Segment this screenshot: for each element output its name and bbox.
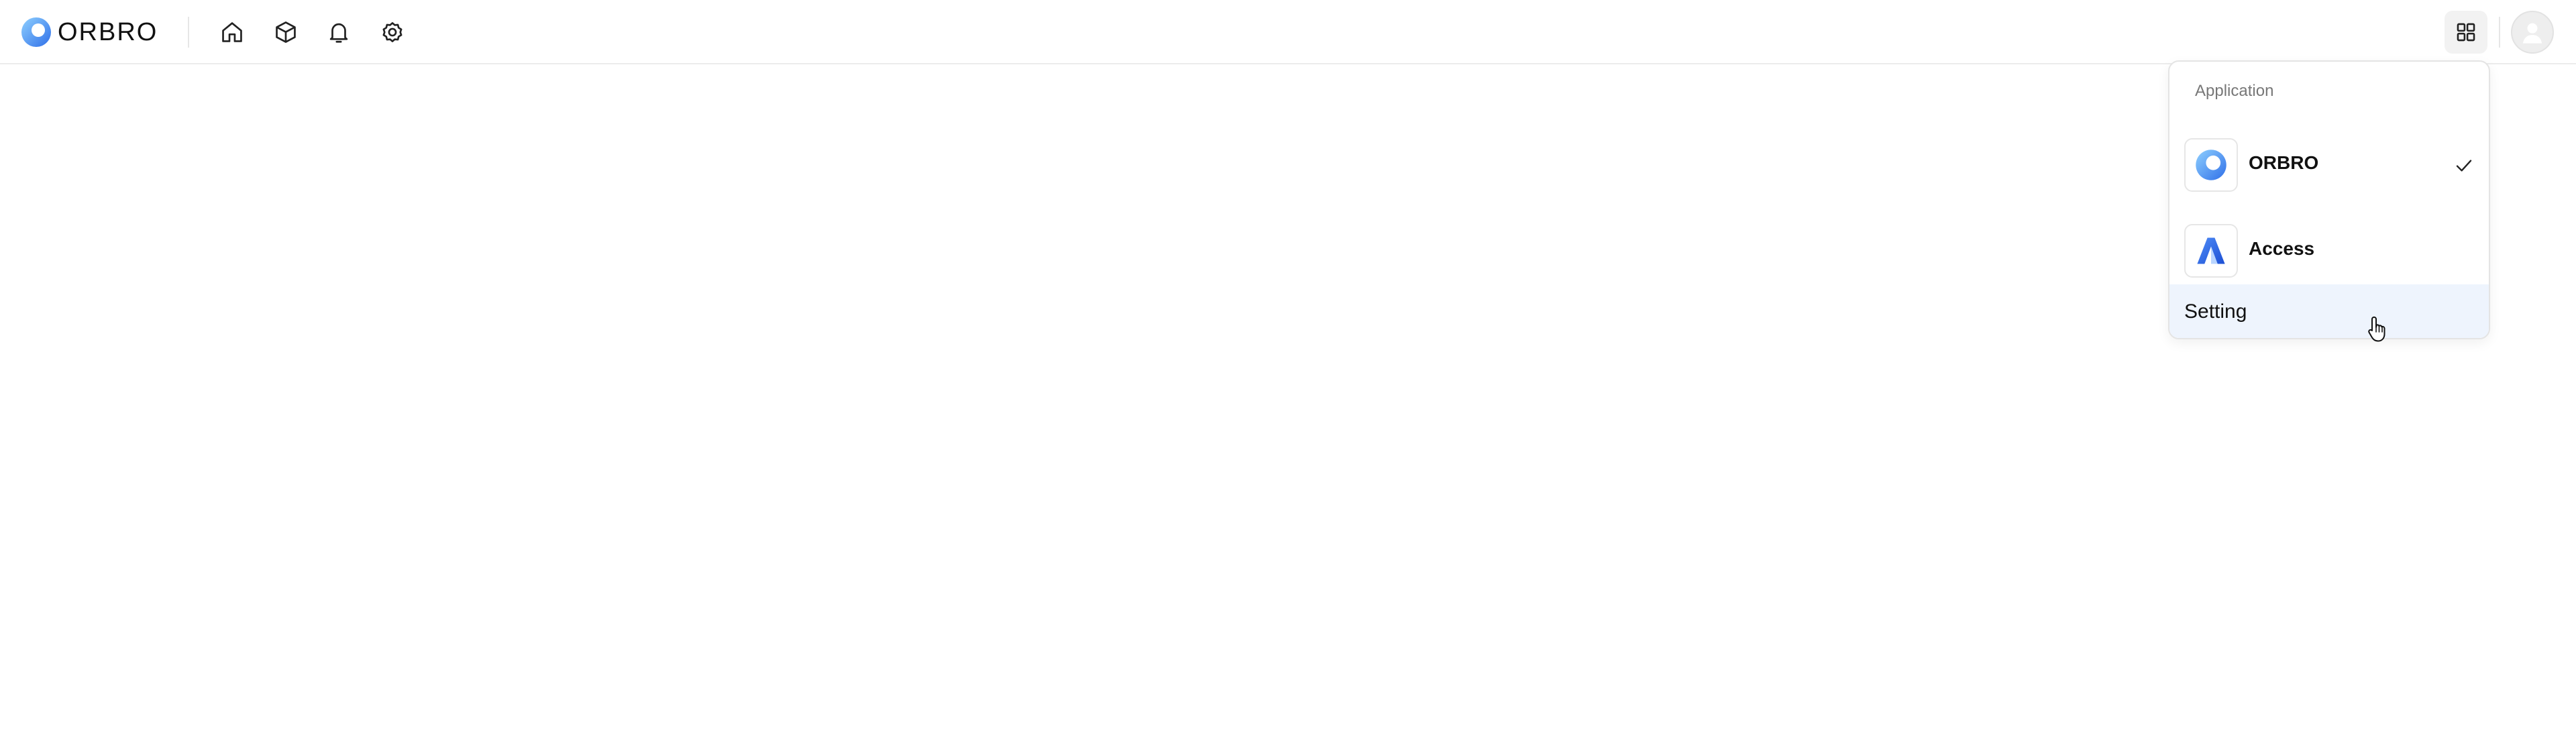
- bell-icon[interactable]: [323, 16, 355, 48]
- check-icon: [2456, 160, 2472, 172]
- app-item-access[interactable]: Access: [2169, 211, 2489, 286]
- setting-label: Setting: [2184, 300, 2247, 323]
- hand-pointer-cursor-icon: [2368, 317, 2385, 342]
- access-app-icon: [2184, 224, 2238, 278]
- orbro-app-icon: [2184, 138, 2238, 192]
- app-item-label: Access: [2249, 238, 2315, 259]
- orbro-logo[interactable]: ORBRO: [20, 16, 158, 48]
- top-bar: ORBRO: [0, 0, 2576, 64]
- gear-icon[interactable]: [376, 16, 409, 48]
- logo-text: ORBRO: [58, 17, 158, 46]
- user-icon: [2522, 23, 2542, 44]
- application-switcher-menu: Application ORBRO Access Setting: [2168, 60, 2490, 339]
- header-divider: [188, 17, 189, 48]
- app-item-orbro[interactable]: ORBRO: [2169, 125, 2489, 200]
- orbro-logo-icon: [21, 17, 51, 47]
- setting-menu-item[interactable]: Setting: [2169, 284, 2489, 338]
- header-divider-right: [2499, 17, 2500, 48]
- grid-icon: [2457, 23, 2475, 42]
- apps-menu-button[interactable]: [2445, 11, 2487, 54]
- menu-heading: Application: [2195, 82, 2274, 100]
- home-icon[interactable]: [216, 16, 248, 48]
- user-avatar[interactable]: [2511, 11, 2554, 54]
- box-icon[interactable]: [270, 16, 302, 48]
- app-item-label: ORBRO: [2249, 152, 2319, 173]
